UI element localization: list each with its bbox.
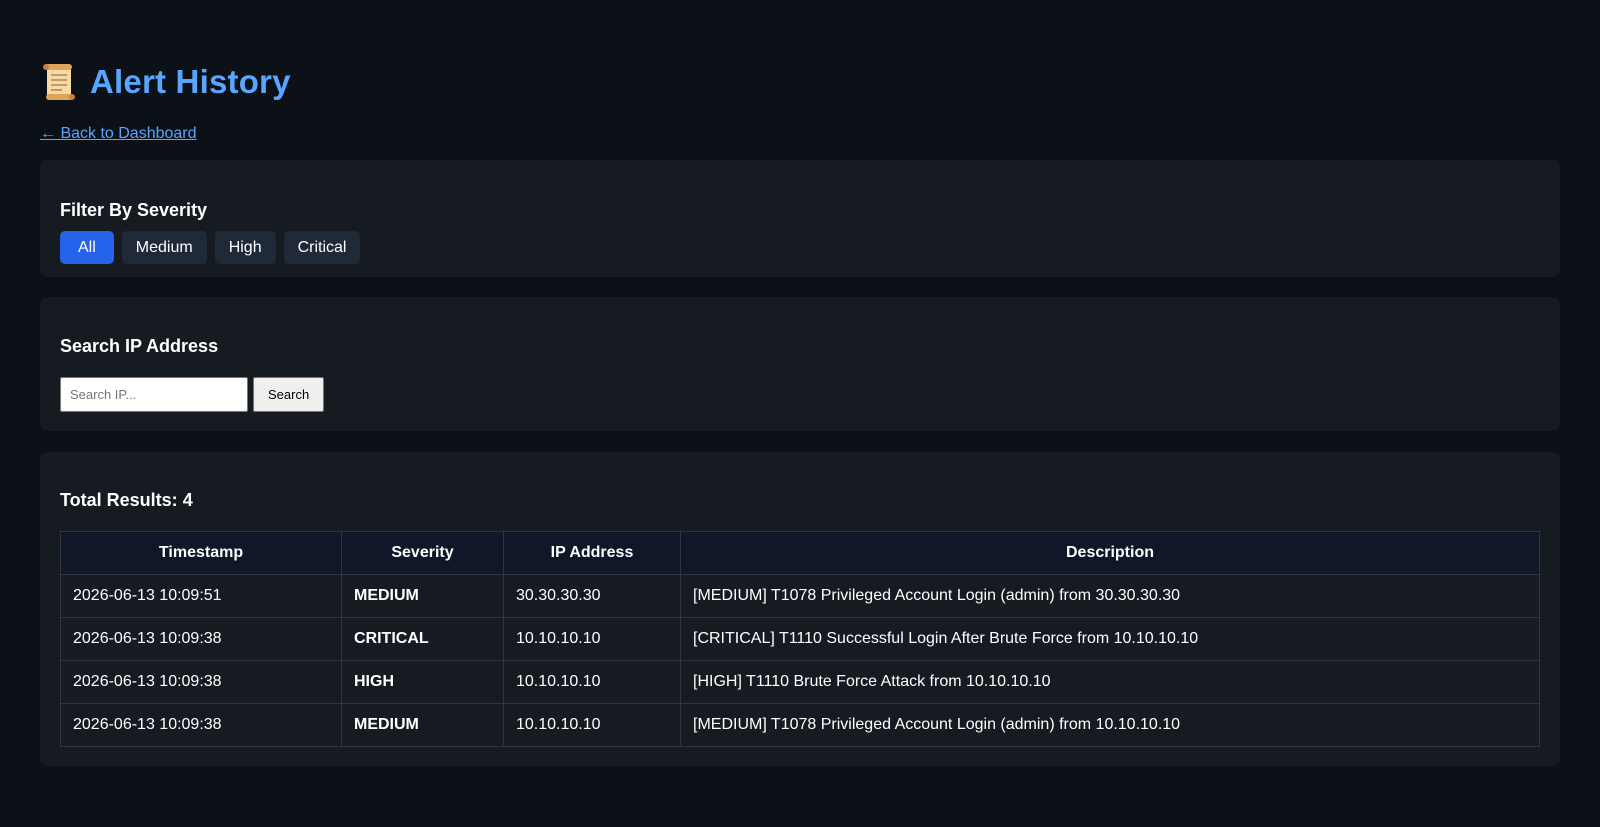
filter-all-button[interactable]: All (60, 231, 114, 264)
cell-timestamp: 2026-06-13 10:09:38 (60, 703, 342, 747)
cell-description: [CRITICAL] T1110 Successful Login After … (680, 617, 1540, 661)
search-row: Search (60, 377, 325, 412)
column-header-description: Description (680, 531, 1540, 575)
search-button[interactable]: Search (253, 377, 325, 412)
filter-heading: Filter By Severity (60, 200, 208, 220)
page-title: Alert History (90, 63, 291, 100)
filter-medium-button[interactable]: Medium (121, 231, 207, 264)
total-results-count: 4 (182, 490, 193, 510)
total-results-label: Total Results: (60, 490, 178, 510)
back-to-dashboard-link[interactable]: ← Back to Dashboard (40, 125, 197, 143)
total-results: Total Results: 4 (60, 490, 193, 511)
table-row: 2026-06-13 10:09:38 MEDIUM 10.10.10.10 [… (60, 703, 1540, 747)
cell-severity: CRITICAL (341, 617, 504, 661)
cell-severity: HIGH (341, 660, 504, 704)
search-card: Search IP Address Search (40, 297, 1560, 431)
alerts-table: Timestamp Severity IP Address Descriptio… (60, 531, 1540, 747)
search-heading: Search IP Address (60, 336, 219, 356)
cell-description: [MEDIUM] T1078 Privileged Account Login … (680, 703, 1540, 747)
cell-timestamp: 2026-06-13 10:09:38 (60, 660, 342, 704)
table-row: 2026-06-13 10:09:38 HIGH 10.10.10.10 [HI… (60, 660, 1540, 704)
column-header-severity: Severity (341, 531, 504, 575)
scroll-icon (43, 64, 75, 100)
cell-ip: 10.10.10.10 (503, 703, 681, 747)
cell-ip: 10.10.10.10 (503, 617, 681, 661)
cell-description: [MEDIUM] T1078 Privileged Account Login … (680, 574, 1540, 618)
table-row: 2026-06-13 10:09:51 MEDIUM 30.30.30.30 [… (60, 574, 1540, 618)
cell-ip: 10.10.10.10 (503, 660, 681, 704)
severity-filter-group: All Medium High Critical (60, 231, 361, 264)
column-header-timestamp: Timestamp (60, 531, 342, 575)
search-ip-input[interactable] (60, 377, 248, 412)
filter-high-button[interactable]: High (214, 231, 276, 264)
cell-ip: 30.30.30.30 (503, 574, 681, 618)
cell-description: [HIGH] T1110 Brute Force Attack from 10.… (680, 660, 1540, 704)
cell-severity: MEDIUM (341, 703, 504, 747)
results-card: Total Results: 4 Timestamp Severity IP A… (40, 452, 1560, 766)
cell-timestamp: 2026-06-13 10:09:51 (60, 574, 342, 618)
alert-history-page: Alert History ← Back to Dashboard Filter… (0, 0, 1600, 827)
cell-severity: MEDIUM (341, 574, 504, 618)
table-row: 2026-06-13 10:09:38 CRITICAL 10.10.10.10… (60, 617, 1540, 661)
filter-card: Filter By Severity All Medium High Criti… (40, 160, 1560, 277)
column-header-ip: IP Address (503, 531, 681, 575)
table-header-row: Timestamp Severity IP Address Descriptio… (60, 531, 1540, 575)
cell-timestamp: 2026-06-13 10:09:38 (60, 617, 342, 661)
page-header: Alert History (40, 62, 291, 102)
filter-critical-button[interactable]: Critical (283, 231, 361, 264)
